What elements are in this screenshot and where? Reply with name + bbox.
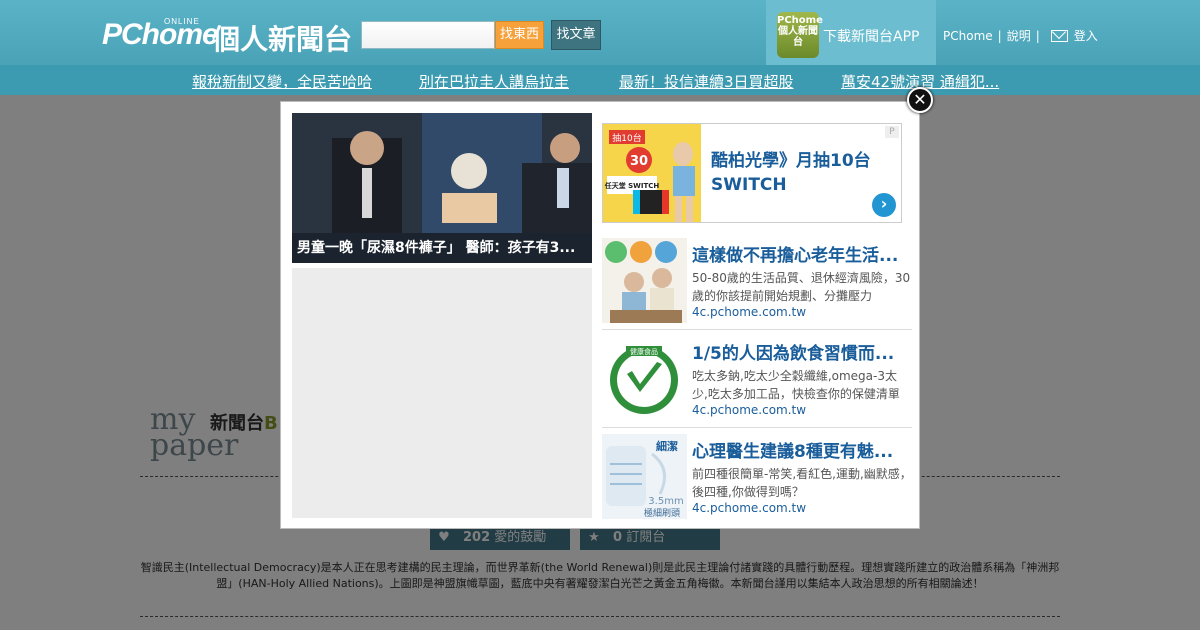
health-food-label: 健康食品 bbox=[630, 347, 658, 356]
find-item-button[interactable]: 找東西 bbox=[495, 21, 544, 49]
login-link[interactable]: 登入 bbox=[1074, 27, 1098, 44]
news-ticker-bar: 報稅新制又變，全民苦哈哈 別在巴拉圭人講烏拉圭 最新！投信連續3日買超股 萬安4… bbox=[0, 65, 1200, 95]
ad-thumbnail: 細潔 3.5mm 極細刷頭 bbox=[602, 434, 687, 519]
download-app-button[interactable]: PChome個人新聞台 下載新聞台APP bbox=[766, 0, 936, 65]
ad-badge-icon: P bbox=[885, 126, 899, 138]
download-app-label: 下載新聞台APP bbox=[823, 29, 920, 45]
ad-placeholder bbox=[292, 268, 592, 518]
switch-ad-top-text: 抽10台 bbox=[612, 132, 641, 144]
feature-label: 極細刷頭 bbox=[644, 507, 680, 519]
chevron-right-icon[interactable]: › bbox=[872, 193, 896, 217]
news-link[interactable]: 報稅新制又變，全民苦哈哈 bbox=[192, 71, 372, 92]
switch-ad-title: 酷柏光學》月抽10台SWITCH bbox=[711, 151, 871, 195]
close-icon[interactable]: ✕ bbox=[907, 87, 933, 113]
switch-ad-label: 任天堂 SWITCH bbox=[604, 181, 660, 190]
ad-source: 4c.pchome.com.tw bbox=[692, 305, 807, 319]
news-link[interactable]: 別在巴拉圭人講烏拉圭 bbox=[419, 71, 569, 92]
size-label: 3.5mm bbox=[648, 496, 683, 507]
divider bbox=[602, 329, 912, 330]
app-icon: PChome個人新聞台 bbox=[777, 12, 823, 58]
logo-pchome-text: PChome bbox=[102, 18, 219, 51]
pchome-logo[interactable]: PChome ONLINE 個人新聞台 bbox=[102, 17, 352, 56]
ad-description: 前四種很簡單-常笑,看紅色,運動,幽默感，後四種,你做得到嗎？ bbox=[692, 467, 912, 499]
ad-item[interactable]: 健康食品 1/5的人因為飲食習慣而... 吃太多鈉,吃太少全穀纖維,omega-… bbox=[602, 336, 912, 428]
brand-label: 細潔 bbox=[656, 439, 678, 453]
feature-caption: 男童一晚「尿濕8件褲子」 醫師：孩子有3... bbox=[292, 233, 592, 263]
ad-thumbnail: 健康食品 bbox=[602, 336, 687, 421]
ad-description: 吃太多鈉,吃太少全穀纖維,omega-3太少,吃太多加工品，快檢查你的保健清單 bbox=[692, 369, 900, 401]
link-separator: | bbox=[997, 29, 1002, 43]
ad-title: 心理醫生建議8種更有魅... bbox=[692, 442, 894, 462]
ad-title: 這樣做不再擔心老年生活... bbox=[692, 246, 899, 266]
logo-site-name: 個人新聞台 bbox=[212, 23, 353, 56]
ad-source: 4c.pchome.com.tw bbox=[692, 501, 807, 515]
find-article-button[interactable]: 找文章 bbox=[551, 20, 601, 50]
news-link[interactable]: 最新！投信連續3日買超股 bbox=[619, 71, 794, 92]
mail-icon[interactable] bbox=[1050, 30, 1068, 42]
search-input[interactable] bbox=[361, 21, 495, 49]
switch-ad-image: 抽10台 30 任天堂 SWITCH bbox=[603, 124, 701, 222]
logo-online-text: ONLINE bbox=[164, 17, 200, 26]
ad-title: 1/5的人因為飲食習慣而... bbox=[692, 344, 895, 364]
top-links: PChome | 說明 | 登入 bbox=[943, 27, 1098, 44]
help-link[interactable]: 說明 bbox=[1007, 27, 1031, 44]
ad-source: 4c.pchome.com.tw bbox=[692, 403, 807, 417]
ad-thumbnail bbox=[602, 238, 687, 323]
switch-ad-number: 30 bbox=[630, 154, 648, 169]
ad-item[interactable]: 細潔 3.5mm 極細刷頭 心理醫生建議8種更有魅... 前四種很簡單-常笑,看… bbox=[602, 434, 912, 526]
switch-ad-banner[interactable]: 抽10台 30 任天堂 SWITCH 酷柏光學》月抽10台SWITCH P › bbox=[602, 123, 902, 223]
divider bbox=[602, 427, 912, 428]
pchome-link[interactable]: PChome bbox=[943, 29, 993, 43]
top-header: PChome ONLINE 個人新聞台 找東西 找文章 PChome個人新聞台 … bbox=[0, 0, 1200, 65]
link-separator: | bbox=[1035, 29, 1040, 43]
ad-item[interactable]: 這樣做不再擔心老年生活... 50-80歲的生活品質、退休經濟風險，30歲的你該… bbox=[602, 238, 912, 330]
ad-modal: 男童一晚「尿濕8件褲子」 醫師：孩子有3... 抽10台 30 任天堂 SWIT… bbox=[280, 101, 920, 529]
ad-description: 50-80歲的生活品質、退休經濟風險，30歲的你該提前開始規劃、分攤壓力 bbox=[692, 271, 911, 303]
feature-article[interactable]: 男童一晚「尿濕8件褲子」 醫師：孩子有3... bbox=[292, 113, 592, 263]
